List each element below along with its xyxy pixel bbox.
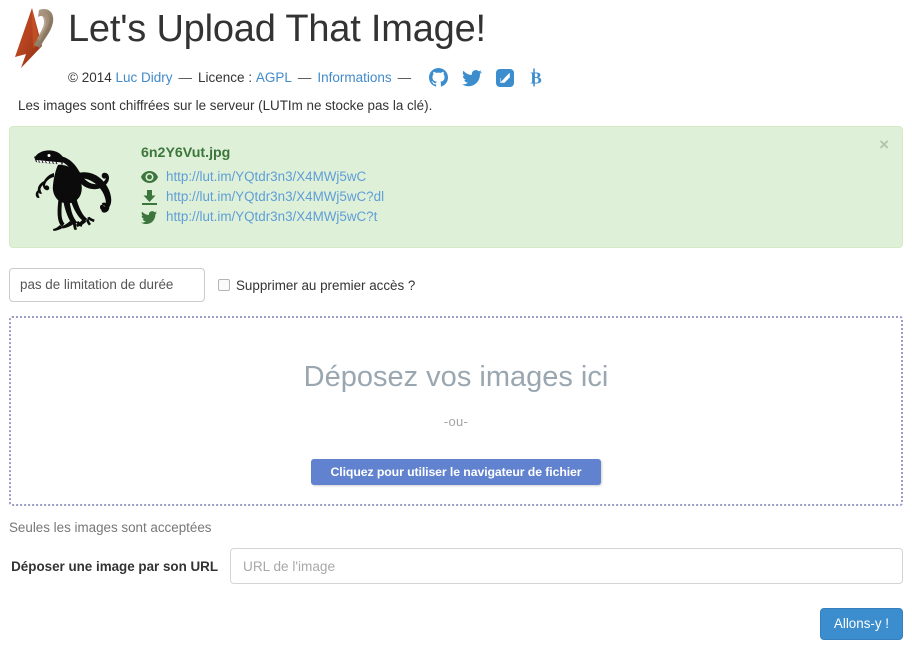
licence-label: Licence : bbox=[198, 70, 253, 85]
page-root: Let's Upload That Image! © 2014 Luc Didr… bbox=[0, 0, 912, 654]
twitter-bird-icon bbox=[140, 209, 158, 225]
download-link[interactable]: http://lut.im/YQtdr3n3/X4MWj5wC?dl bbox=[166, 187, 384, 207]
submit-button[interactable]: Allons-y ! bbox=[819, 608, 903, 640]
view-link[interactable]: http://lut.im/YQtdr3n3/X4MWj5wC bbox=[166, 167, 366, 187]
download-link-row: http://lut.im/YQtdr3n3/X4MWj5wC?dl bbox=[140, 187, 384, 207]
informations-link[interactable]: Informations bbox=[317, 70, 391, 85]
eye-icon bbox=[140, 169, 158, 185]
first-view-checkbox[interactable] bbox=[218, 279, 230, 291]
twitter-share-link[interactable]: http://lut.im/YQtdr3n3/X4MWj5wC?t bbox=[166, 207, 377, 227]
licence-link[interactable]: AGPL bbox=[256, 70, 292, 85]
author-link[interactable]: Luc Didry bbox=[116, 70, 173, 85]
lutim-hat-logo-icon bbox=[9, 4, 67, 76]
separator-2: — bbox=[297, 70, 312, 85]
first-view-checkbox-label: Supprimer au premier accès ? bbox=[236, 277, 416, 293]
separator-3: — bbox=[397, 70, 412, 85]
copyright-text: © 2014 bbox=[68, 70, 112, 85]
image-dropzone[interactable]: Déposez vos images ici -ou- Cliquez pour… bbox=[9, 316, 903, 506]
url-field-label: Déposer une image par son URL bbox=[11, 559, 218, 574]
close-icon[interactable]: × bbox=[879, 136, 889, 153]
raptor-dinosaur-thumbnail-icon bbox=[26, 143, 126, 231]
svg-text:B: B bbox=[531, 69, 542, 88]
flattr-icon[interactable] bbox=[496, 68, 515, 87]
url-upload-form: Déposer une image par son URL bbox=[9, 548, 903, 584]
bitcoin-icon[interactable]: B bbox=[528, 68, 544, 87]
dropzone-or-text: -ou- bbox=[443, 414, 469, 429]
social-links: B bbox=[429, 68, 544, 87]
twitter-link-row: http://lut.im/YQtdr3n3/X4MWj5wC?t bbox=[140, 207, 384, 227]
first-view-checkbox-wrap[interactable]: Supprimer au premier accès ? bbox=[218, 278, 415, 293]
url-input[interactable] bbox=[230, 548, 903, 584]
separator-1: — bbox=[178, 70, 193, 85]
twitter-icon[interactable] bbox=[462, 69, 483, 87]
download-icon bbox=[140, 189, 158, 205]
github-icon[interactable] bbox=[429, 68, 449, 87]
header-meta-row: © 2014 Luc Didry — Licence : AGPL — Info… bbox=[68, 62, 903, 88]
page-title: Let's Upload That Image! bbox=[68, 8, 486, 50]
encryption-notice: Les images sont chiffrées sur le serveur… bbox=[18, 98, 433, 113]
upload-result-body: 6n2Y6Vut.jpg http://lut.im/YQtdr3n3/X4MW… bbox=[140, 141, 384, 227]
accepted-formats-note: Seules les images sont acceptées bbox=[9, 520, 212, 535]
upload-result-card: 6n2Y6Vut.jpg http://lut.im/YQtdr3n3/X4MW… bbox=[9, 126, 903, 248]
submit-row: Allons-y ! bbox=[9, 608, 903, 640]
upload-options-row: pas de limitation de durée Supprimer au … bbox=[9, 268, 903, 302]
dropzone-title: Déposez vos images ici bbox=[303, 361, 609, 393]
file-browser-button[interactable]: Cliquez pour utiliser le navigateur de f… bbox=[310, 459, 602, 485]
delay-select[interactable]: pas de limitation de durée bbox=[9, 268, 205, 302]
view-link-row: http://lut.im/YQtdr3n3/X4MWj5wC bbox=[140, 167, 384, 187]
uploaded-filename: 6n2Y6Vut.jpg bbox=[141, 145, 231, 161]
page-header: Let's Upload That Image! © 2014 Luc Didr… bbox=[0, 0, 912, 115]
